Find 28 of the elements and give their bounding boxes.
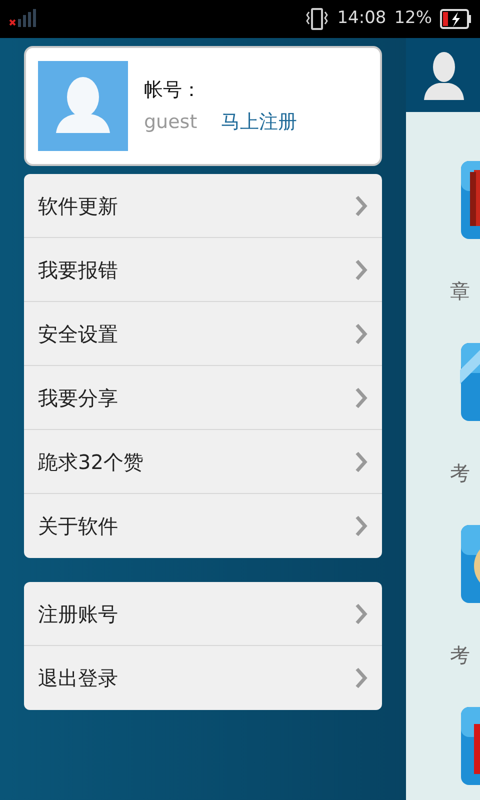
chevron-icon: [354, 602, 368, 624]
vibrate-icon: [305, 8, 330, 30]
chevron-icon: [354, 258, 368, 280]
chevron-icon: [354, 194, 368, 216]
feature-label: 考: [450, 460, 471, 487]
battery-level: 12%: [394, 7, 432, 30]
menu-item[interactable]: 安全设置: [24, 302, 382, 366]
chevron-icon: [354, 450, 368, 472]
chevron-icon: [354, 667, 368, 689]
register-link[interactable]: 马上注册: [221, 108, 298, 136]
menu-item[interactable]: 关于软件: [24, 494, 382, 558]
username: guest: [144, 110, 198, 135]
menu-item[interactable]: 退出登录: [24, 646, 382, 710]
chevron-icon: [354, 515, 368, 537]
menu-item[interactable]: 跪求32个赞: [24, 430, 382, 494]
user-icon: [422, 50, 466, 100]
battery-icon: [440, 9, 472, 29]
menu-item[interactable]: 软件更新: [24, 174, 382, 238]
clock: 14:08: [337, 7, 386, 30]
signal-icon: [8, 9, 38, 29]
feature-label: 考: [450, 642, 471, 669]
menu-item[interactable]: 注册账号: [24, 582, 382, 646]
chevron-icon: [354, 386, 368, 408]
account-label: 帐号：: [144, 78, 202, 102]
chevron-icon: [354, 322, 368, 344]
feature-label: 章: [450, 278, 471, 305]
menu-item[interactable]: 我要报错: [24, 238, 382, 302]
menu-item[interactable]: 我要分享: [24, 366, 382, 430]
